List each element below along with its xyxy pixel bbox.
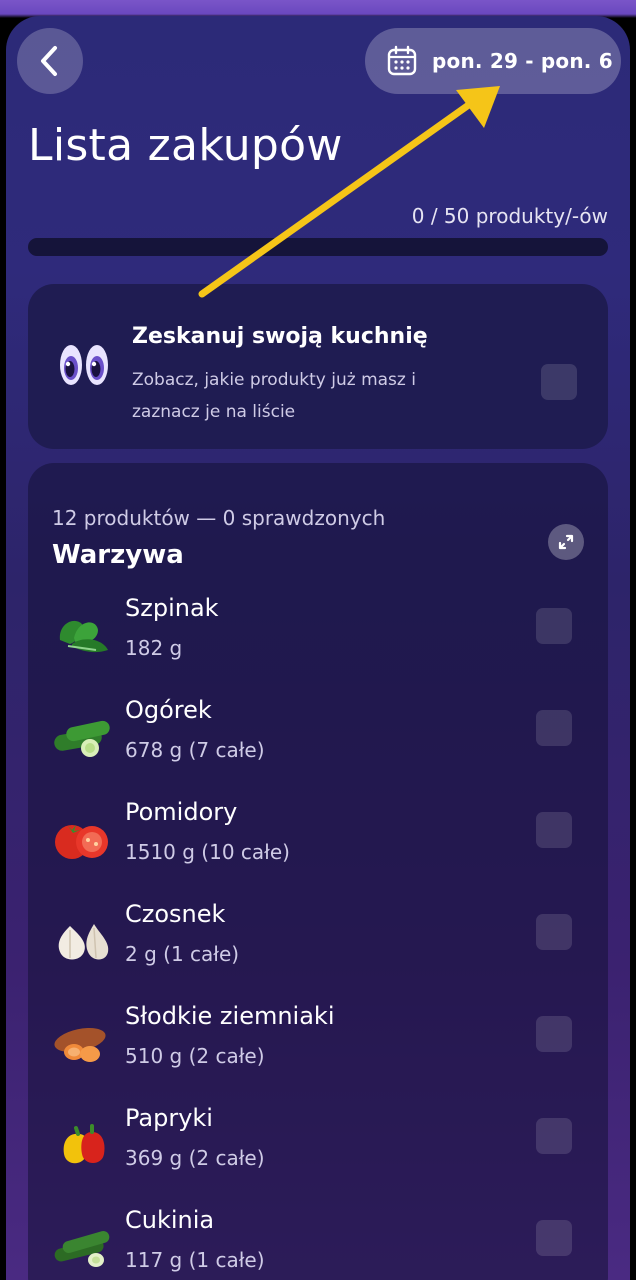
calendar-icon	[387, 45, 417, 76]
cucumber-icon	[54, 720, 110, 757]
item-name: Słodkie ziemniaki	[125, 1002, 335, 1030]
item-name: Papryki	[125, 1104, 213, 1132]
item-quantity: 2 g (1 całe)	[125, 942, 240, 966]
chevron-left-icon	[41, 46, 57, 76]
item-name: Szpinak	[125, 594, 219, 622]
scan-checkbox[interactable]	[541, 364, 577, 400]
spinach-icon	[59, 620, 108, 653]
progress-bar	[28, 238, 608, 256]
item-name: Czosnek	[125, 900, 226, 928]
list-item[interactable]: Ogórek 678 g (7 całe)	[28, 696, 608, 786]
category-title: Warzywa	[52, 540, 184, 570]
expand-icon	[558, 534, 574, 550]
item-checkbox[interactable]	[536, 812, 572, 848]
item-checkbox[interactable]	[536, 710, 572, 746]
item-quantity: 182 g	[125, 636, 183, 660]
date-range-button[interactable]: pon. 29 - pon. 6	[365, 28, 621, 94]
garlic-icon	[58, 924, 109, 960]
category-card: 12 produktów — 0 sprawdzonych Warzywa Sz…	[28, 463, 608, 1280]
back-button[interactable]	[17, 28, 83, 94]
shopping-list-screen: pon. 29 - pon. 6 Lista zakupów 0 / 50 pr…	[6, 16, 630, 1280]
zucchini-icon	[54, 1231, 110, 1267]
list-item[interactable]: Szpinak 182 g	[28, 594, 608, 684]
item-checkbox[interactable]	[536, 608, 572, 644]
item-checkbox[interactable]	[536, 914, 572, 950]
item-quantity: 369 g (2 całe)	[125, 1146, 265, 1170]
scan-kitchen-card[interactable]: Zeskanuj swoją kuchnię Zobacz, jakie pro…	[28, 284, 608, 449]
item-quantity: 1510 g (10 całe)	[125, 840, 290, 864]
item-name: Pomidory	[125, 798, 238, 826]
item-checkbox[interactable]	[536, 1220, 572, 1256]
list-item[interactable]: Cukinia 117 g (1 całe)	[28, 1206, 608, 1280]
phone-frame: pon. 29 - pon. 6 Lista zakupów 0 / 50 pr…	[0, 0, 636, 1280]
category-summary: 12 produktów — 0 sprawdzonych	[52, 506, 386, 530]
eyes-icon	[60, 345, 108, 385]
item-quantity: 117 g (1 całe)	[125, 1248, 265, 1272]
list-item[interactable]: Czosnek 2 g (1 całe)	[28, 900, 608, 990]
scan-title: Zeskanuj swoją kuchnię	[132, 324, 428, 349]
pepper-icon	[63, 1124, 105, 1164]
item-name: Ogórek	[125, 696, 212, 724]
page-title: Lista zakupów	[28, 120, 343, 171]
list-item[interactable]: Pomidory 1510 g (10 całe)	[28, 798, 608, 888]
sweet-potato-icon	[54, 1027, 106, 1062]
expand-button[interactable]	[548, 524, 584, 560]
item-quantity: 510 g (2 całe)	[125, 1044, 265, 1068]
item-name: Cukinia	[125, 1206, 215, 1234]
item-checkbox[interactable]	[536, 1118, 572, 1154]
tomato-icon	[55, 825, 108, 859]
date-range-label: pon. 29 - pon. 6	[432, 49, 613, 73]
list-item[interactable]: Słodkie ziemniaki 510 g (2 całe)	[28, 1002, 608, 1092]
item-checkbox[interactable]	[536, 1016, 572, 1052]
item-quantity: 678 g (7 całe)	[125, 738, 265, 762]
product-count: 0 / 50 produkty/-ów	[411, 204, 608, 228]
scan-subtitle: Zobacz, jakie produkty już masz i zaznac…	[132, 370, 416, 422]
list-item[interactable]: Papryki 369 g (2 całe)	[28, 1104, 608, 1194]
